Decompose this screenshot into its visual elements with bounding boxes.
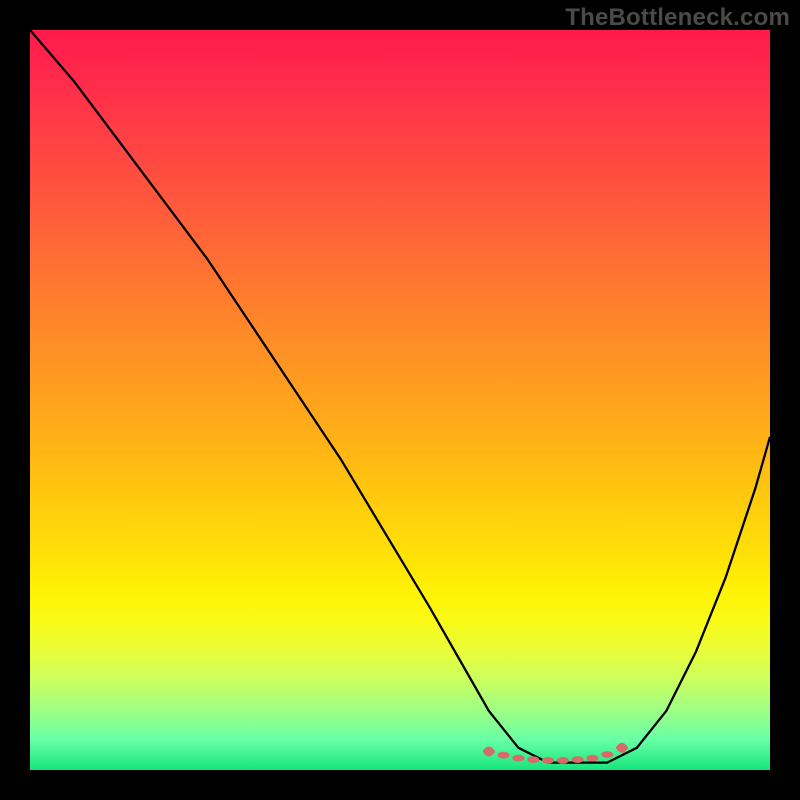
flat-region-markers — [483, 743, 628, 764]
bottleneck-curve-svg — [30, 30, 770, 770]
bottleneck-curve-path — [30, 30, 770, 763]
flat-marker — [498, 752, 510, 759]
flat-marker-end — [617, 743, 627, 753]
watermark-text: TheBottleneck.com — [565, 4, 790, 32]
chart-frame: TheBottleneck.com — [0, 0, 800, 800]
flat-marker — [572, 756, 584, 763]
flat-marker — [586, 755, 598, 762]
flat-marker-end — [484, 747, 494, 757]
flat-marker — [542, 757, 554, 764]
flat-marker — [512, 755, 524, 762]
flat-marker — [557, 757, 569, 764]
flat-marker — [601, 751, 613, 758]
flat-marker — [527, 756, 539, 763]
